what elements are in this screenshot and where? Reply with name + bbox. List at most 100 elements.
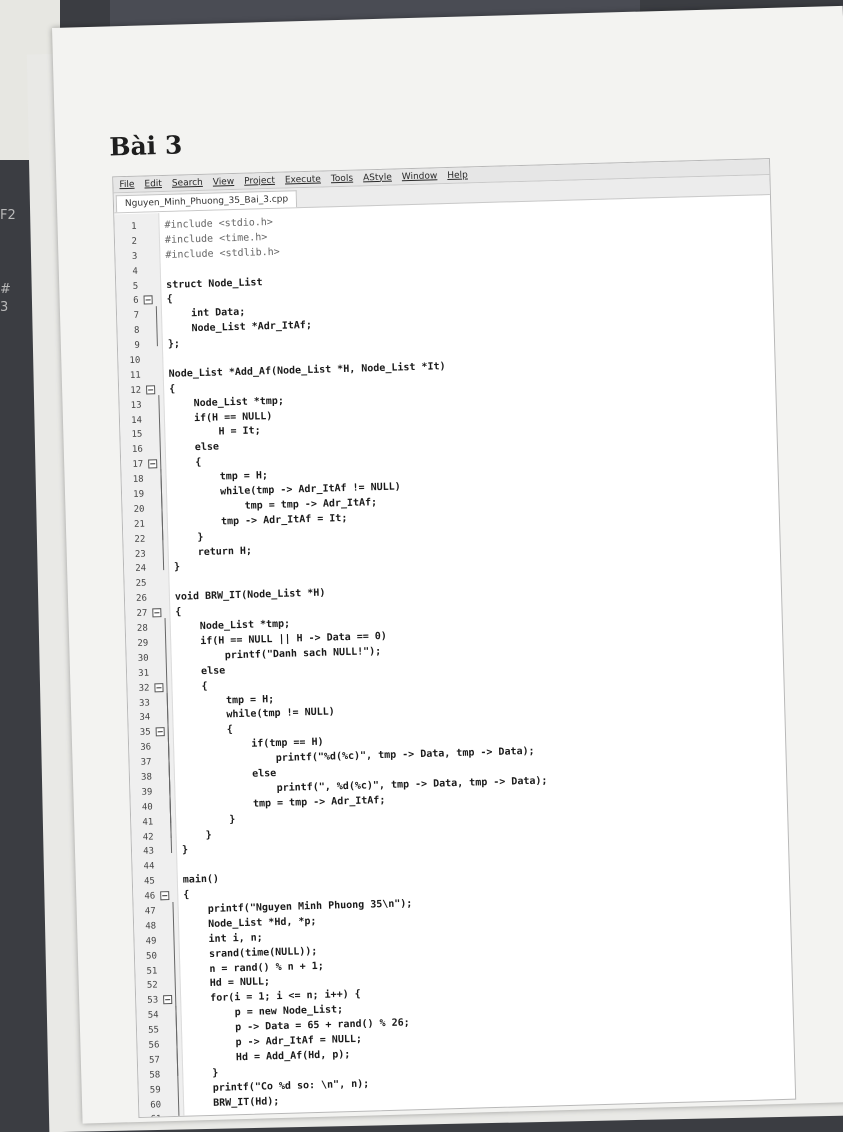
code-lines: 1 #include <stdio.h> 2 #include <time.h> 3 #i… [114, 202, 796, 1119]
menu-item-edit[interactable]: Edit [144, 178, 162, 188]
paper-sheet: Bài 3 File Edit Search View Project Execute To… [52, 5, 843, 1124]
line-number: 4 [132, 266, 138, 277]
line-number: 5 [132, 281, 139, 292]
menu-item-project[interactable]: Project [244, 175, 275, 186]
line-number: 23 [134, 549, 146, 560]
code-text: { [166, 294, 173, 306]
line-number: 2 [131, 236, 138, 247]
line-number: 21 [133, 519, 146, 530]
menu-item-help[interactable]: Help [447, 170, 468, 181]
ide-window: File Edit Search View Project Execute Tools ASt… [112, 158, 797, 1119]
page-title: Bài 3 [108, 130, 183, 162]
line-number: 59 [149, 1085, 161, 1096]
line-number: 51 [146, 965, 158, 977]
line-number: 54 [147, 1010, 159, 1021]
line-number: 9 [134, 340, 141, 351]
line-number: 47 [144, 906, 156, 917]
line-number: 8 [133, 325, 140, 337]
line-number: 20 [133, 504, 145, 515]
line-number: 13 [130, 400, 142, 411]
keyboard-key-label: F2 [0, 208, 16, 223]
line-number: 25 [135, 578, 147, 590]
fold-collapse-icon[interactable] [160, 891, 170, 901]
line-number: 58 [149, 1070, 161, 1081]
line-number: 1 [131, 221, 137, 232]
fold-collapse-icon[interactable] [154, 682, 164, 693]
code-text: } [181, 829, 212, 842]
fold-collapse-icon[interactable] [155, 727, 165, 737]
line-number: 10 [129, 355, 141, 366]
line-number: 34 [139, 712, 151, 724]
line-number: 42 [142, 831, 154, 843]
code-text: } [181, 813, 236, 827]
code-text: } [181, 844, 189, 857]
line-number: 22 [134, 534, 146, 545]
code-text: { [177, 680, 208, 693]
code-text: else [176, 665, 226, 678]
menu-item-tools[interactable]: Tools [331, 173, 353, 184]
line-number: 61 [139, 1113, 162, 1118]
keyboard-key-label: 3 [0, 300, 9, 315]
line-number: 3 [131, 251, 138, 262]
line-number: 16 [131, 444, 143, 456]
line-number: 38 [140, 772, 153, 783]
menu-item-window[interactable]: Window [402, 171, 438, 182]
line-number: 39 [141, 787, 153, 798]
code-text: { [175, 606, 182, 618]
line-number: 11 [129, 370, 141, 381]
menu-item-execute[interactable]: Execute [285, 174, 321, 185]
menu-item-view[interactable]: View [213, 176, 235, 187]
code-text: { [171, 457, 202, 470]
code-text: { [168, 383, 176, 395]
code-text: } [173, 562, 181, 574]
line-number: 55 [148, 1025, 160, 1036]
menu-item-file[interactable]: File [119, 179, 134, 189]
line-number: 44 [143, 861, 155, 873]
code-text: main() [182, 873, 220, 886]
fold-collapse-icon[interactable] [146, 385, 156, 395]
code-text: } [173, 531, 204, 544]
line-number: 56 [148, 1040, 160, 1051]
line-number: 40 [141, 802, 153, 813]
line-number: 31 [138, 668, 150, 679]
line-number: 45 [143, 876, 156, 887]
fold-collapse-icon[interactable] [148, 459, 158, 469]
code-text: { [183, 889, 190, 901]
keyboard-key-label: # [0, 282, 11, 297]
line-number: 53 [147, 995, 159, 1007]
code-text: { [178, 724, 234, 738]
line-number: 60 [150, 1099, 162, 1111]
line-number: 7 [133, 311, 140, 322]
line-number: 37 [140, 757, 152, 768]
fold-collapse-icon[interactable] [143, 295, 153, 305]
line-number: 35 [139, 727, 151, 739]
line-number: 15 [131, 430, 143, 441]
line-number: 6 [133, 296, 139, 307]
code-editor[interactable]: 1 #include <stdio.h> 2 #include <time.h> 3 #i… [114, 196, 796, 1119]
line-number: 17 [132, 459, 144, 471]
line-number: 29 [137, 638, 149, 649]
line-number: 48 [145, 921, 157, 932]
line-number: 36 [140, 742, 152, 753]
line-number: 52 [146, 980, 158, 992]
line-number: 50 [145, 951, 158, 962]
line-number: 43 [143, 846, 155, 858]
line-number: 19 [133, 489, 145, 500]
fold-collapse-icon[interactable] [152, 608, 162, 618]
line-number: 30 [137, 653, 149, 664]
line-number: 33 [138, 698, 151, 709]
line-number: 18 [132, 474, 144, 486]
line-number: 24 [135, 564, 147, 575]
line-number: 28 [136, 623, 148, 634]
menu-item-astyle[interactable]: AStyle [363, 172, 392, 183]
line-number: 12 [130, 385, 142, 396]
fold-collapse-icon[interactable] [163, 995, 173, 1005]
line-number: 27 [136, 608, 148, 620]
line-number: 57 [148, 1055, 161, 1066]
code-text: }; [167, 338, 181, 351]
code-text: else [170, 441, 220, 455]
line-number: 14 [131, 415, 143, 426]
line-number: 41 [142, 817, 154, 828]
menu-item-search[interactable]: Search [172, 177, 203, 188]
line-number: 46 [144, 891, 156, 902]
